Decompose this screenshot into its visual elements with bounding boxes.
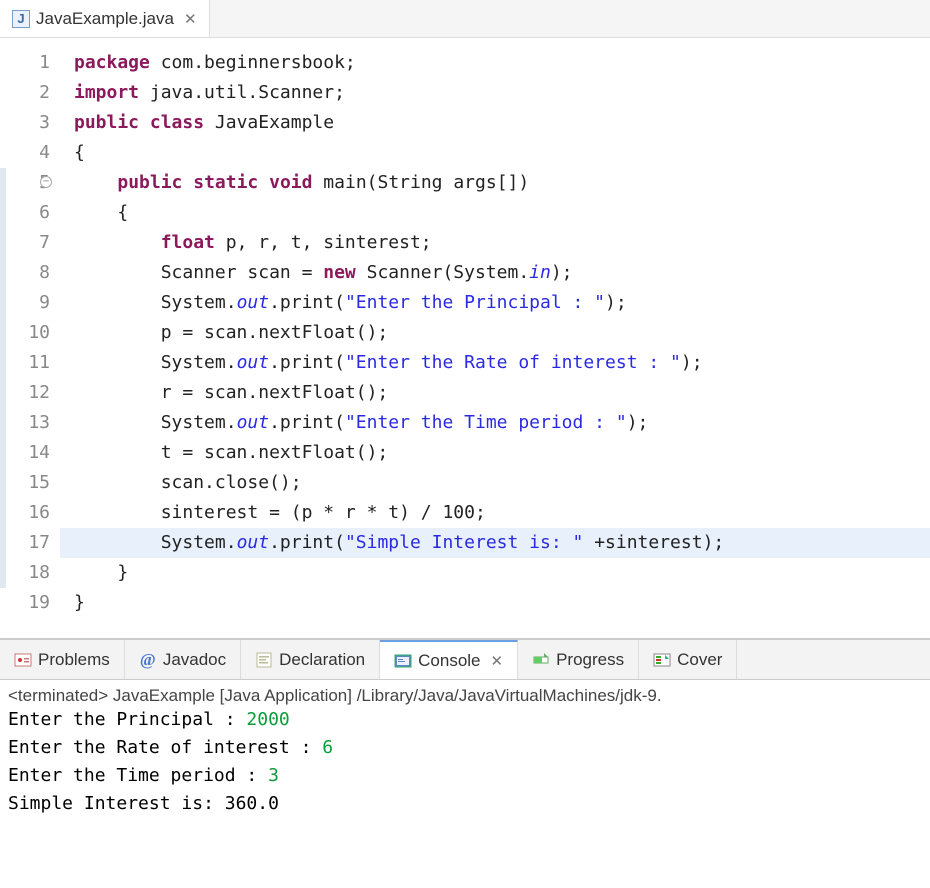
code-line: sinterest = (p * r * t) / 100;	[60, 498, 930, 528]
progress-icon	[532, 651, 550, 669]
console-line: Enter the Rate of interest : 6	[8, 734, 922, 762]
code-line: p = scan.nextFloat();	[60, 318, 930, 348]
gutter-line: 12	[0, 378, 50, 408]
gutter-line: 17	[0, 528, 50, 558]
bottom-tab-bar: Problems @ Javadoc Declaration Console ✕…	[0, 640, 930, 680]
code-line: t = scan.nextFloat();	[60, 438, 930, 468]
close-icon[interactable]: ✕	[184, 10, 197, 28]
tab-label: Cover	[677, 650, 722, 670]
gutter-line: 10	[0, 318, 50, 348]
gutter-line: 8	[0, 258, 50, 288]
code-line: System.out.print("Enter the Rate of inte…	[60, 348, 930, 378]
code-line: }	[60, 588, 930, 618]
tab-console[interactable]: Console ✕	[380, 640, 518, 679]
coverage-icon	[653, 651, 671, 669]
editor-pane: J JavaExample.java ✕ 12345−6789101112131…	[0, 0, 930, 639]
gutter-line: 7	[0, 228, 50, 258]
code-line: }	[60, 558, 930, 588]
code-line: {	[60, 198, 930, 228]
gutter-line: 13	[0, 408, 50, 438]
code-body[interactable]: package com.beginnersbook; import java.u…	[60, 48, 930, 618]
tab-progress[interactable]: Progress	[518, 640, 639, 679]
code-line: public static void main(String args[])	[60, 168, 930, 198]
fold-toggle-icon[interactable]: −	[40, 176, 52, 188]
gutter: 12345−678910111213141516171819	[0, 48, 60, 618]
tab-coverage[interactable]: Cover	[639, 640, 737, 679]
tab-declaration[interactable]: Declaration	[241, 640, 380, 679]
gutter-line: 15	[0, 468, 50, 498]
gutter-line: 2	[0, 78, 50, 108]
gutter-line: 11	[0, 348, 50, 378]
gutter-line: 9	[0, 288, 50, 318]
code-line: System.out.print("Enter the Time period …	[60, 408, 930, 438]
tab-label: Problems	[38, 650, 110, 670]
gutter-line: 16	[0, 498, 50, 528]
gutter-line: 18	[0, 558, 50, 588]
console-line: Enter the Time period : 3	[8, 762, 922, 790]
tab-label: Progress	[556, 650, 624, 670]
gutter-line: 4	[0, 138, 50, 168]
problems-icon	[14, 651, 32, 669]
tab-problems[interactable]: Problems	[0, 640, 125, 679]
gutter-line: 14	[0, 438, 50, 468]
code-area[interactable]: 12345−678910111213141516171819 package c…	[0, 38, 930, 638]
close-icon[interactable]: ✕	[491, 652, 504, 670]
gutter-line: 5−	[0, 168, 50, 198]
editor-tab-bar: J JavaExample.java ✕	[0, 0, 930, 38]
code-line: {	[60, 138, 930, 168]
console-line: Simple Interest is: 360.0	[8, 790, 922, 818]
bottom-pane: Problems @ Javadoc Declaration Console ✕…	[0, 639, 930, 824]
code-line: public class JavaExample	[60, 108, 930, 138]
gutter-line: 19	[0, 588, 50, 618]
javadoc-icon: @	[139, 651, 157, 669]
tab-label: Declaration	[279, 650, 365, 670]
gutter-line: 6	[0, 198, 50, 228]
code-line: scan.close();	[60, 468, 930, 498]
code-line: import java.util.Scanner;	[60, 78, 930, 108]
code-line-current: System.out.print("Simple Interest is: " …	[60, 528, 930, 558]
gutter-line: 1	[0, 48, 50, 78]
code-line: package com.beginnersbook;	[60, 48, 930, 78]
code-line: float p, r, t, sinterest;	[60, 228, 930, 258]
console-output: Enter the Principal : 2000 Enter the Rat…	[8, 706, 922, 818]
console-terminated-line: <terminated> JavaExample [Java Applicati…	[8, 686, 922, 706]
console-line: Enter the Principal : 2000	[8, 706, 922, 734]
java-file-icon: J	[12, 10, 30, 28]
code-line: r = scan.nextFloat();	[60, 378, 930, 408]
tab-javadoc[interactable]: @ Javadoc	[125, 640, 241, 679]
editor-tab-active[interactable]: J JavaExample.java ✕	[0, 0, 210, 37]
code-line: Scanner scan = new Scanner(System.in);	[60, 258, 930, 288]
editor-tab-filename: JavaExample.java	[36, 9, 174, 29]
code-line: System.out.print("Enter the Principal : …	[60, 288, 930, 318]
console-body[interactable]: <terminated> JavaExample [Java Applicati…	[0, 680, 930, 824]
gutter-line: 3	[0, 108, 50, 138]
tab-label: Console	[418, 651, 480, 671]
tab-label: Javadoc	[163, 650, 226, 670]
declaration-icon	[255, 651, 273, 669]
console-icon	[394, 652, 412, 670]
